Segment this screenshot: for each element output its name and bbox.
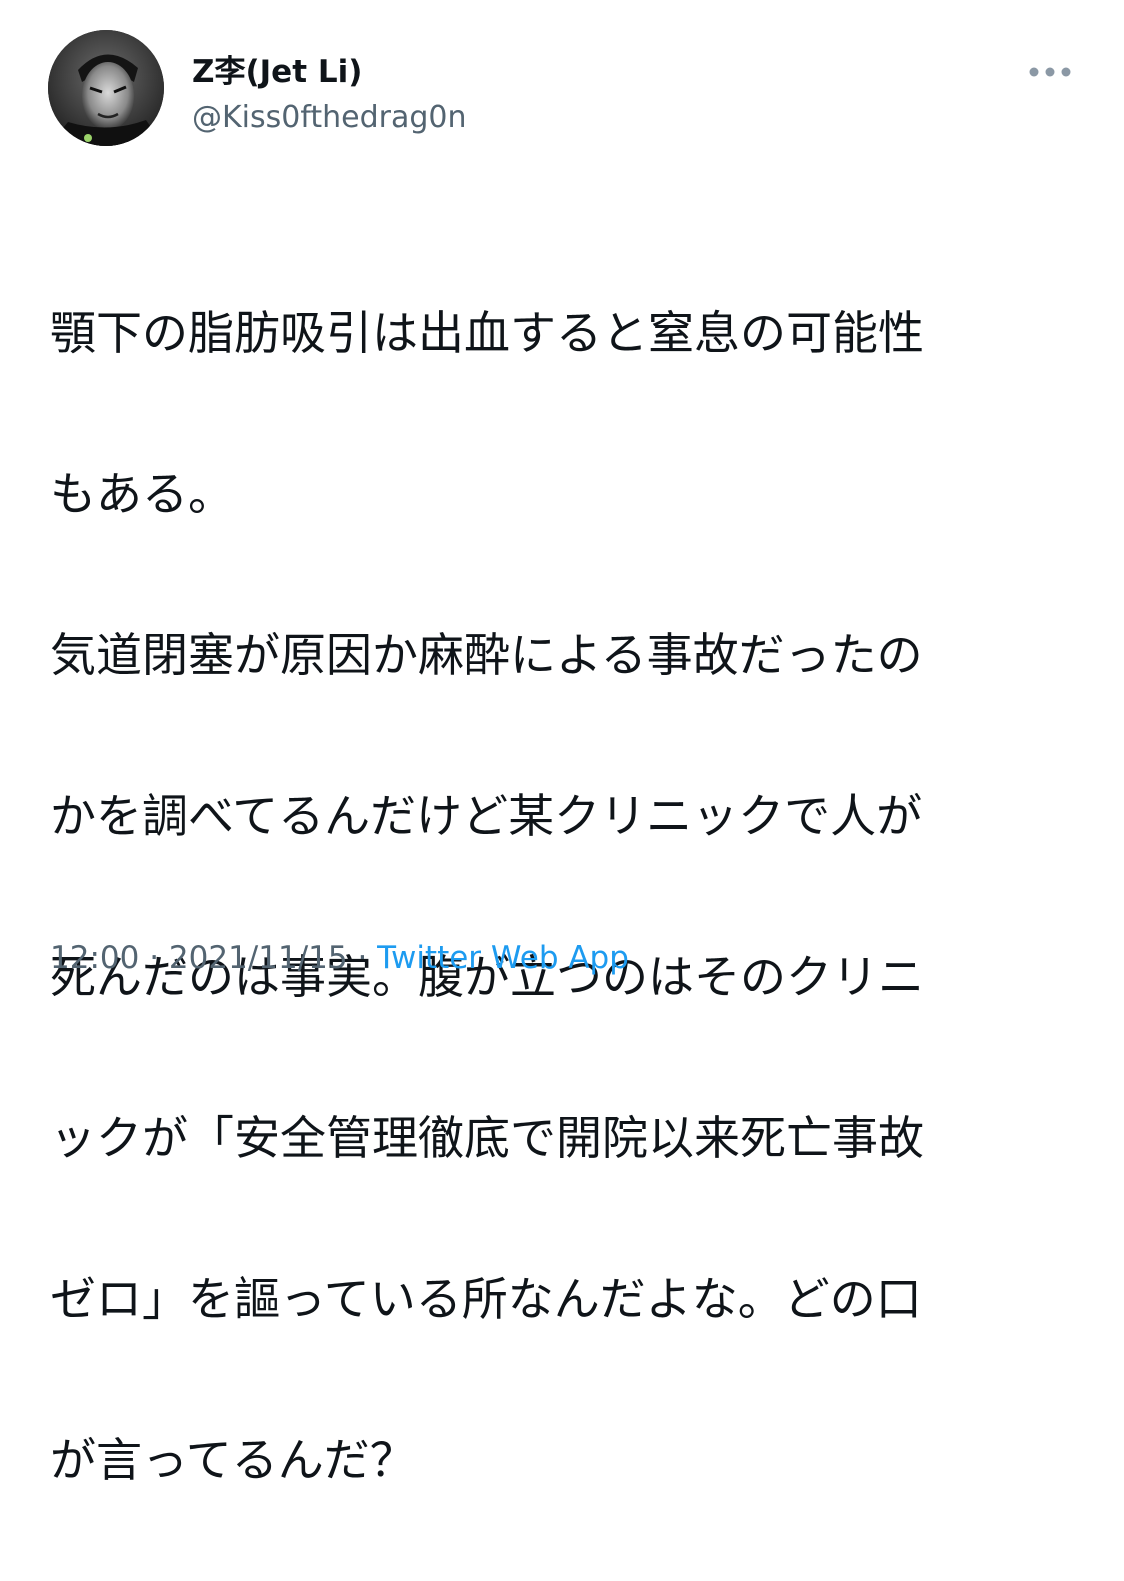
tweet-text-line: もある。	[50, 466, 234, 521]
meta-separator: ·	[139, 940, 169, 976]
more-options-button[interactable]	[1022, 52, 1078, 92]
more-horizontal-icon	[1029, 67, 1071, 77]
avatar-portrait-image	[48, 30, 164, 146]
tweet-text-line: が言ってるんだ？	[50, 1432, 416, 1487]
tweet: Z李(Jet Li) @Kiss0fthedrag0n 顎下の脂肪吸引は出血する…	[0, 0, 1124, 1487]
user-avatar[interactable]	[48, 30, 164, 146]
tweet-text-line: 顎下の脂肪吸引は出血すると窒息の可能性	[50, 305, 924, 360]
tweet-text-line: 気道閉塞が原因か麻酔による事故だったの	[50, 627, 923, 682]
tweet-text: 顎下の脂肪吸引は出血すると窒息の可能性 もある。 気道閉塞が原因か麻酔による事故…	[50, 212, 1080, 1581]
tweet-text-line: かを調べてるんだけど某クリニックで人が	[50, 788, 923, 843]
tweet-date[interactable]: 2021/11/15	[169, 940, 348, 976]
tweet-text-line: ックが「安全管理徹底で開院以来死亡事故	[50, 1110, 924, 1165]
tweet-metadata: 12:00 · 2021/11/15 · Twitter Web App	[50, 936, 629, 980]
meta-separator: ·	[347, 940, 378, 976]
display-name[interactable]: Z李(Jet Li)	[192, 52, 362, 92]
tweet-source-link[interactable]: Twitter Web App	[377, 940, 629, 976]
user-handle[interactable]: @Kiss0fthedrag0n	[192, 98, 467, 138]
tweet-time[interactable]: 12:00	[50, 940, 139, 976]
tweet-text-line: ゼロ」を謳っている所なんだよな。どの口	[50, 1271, 922, 1326]
